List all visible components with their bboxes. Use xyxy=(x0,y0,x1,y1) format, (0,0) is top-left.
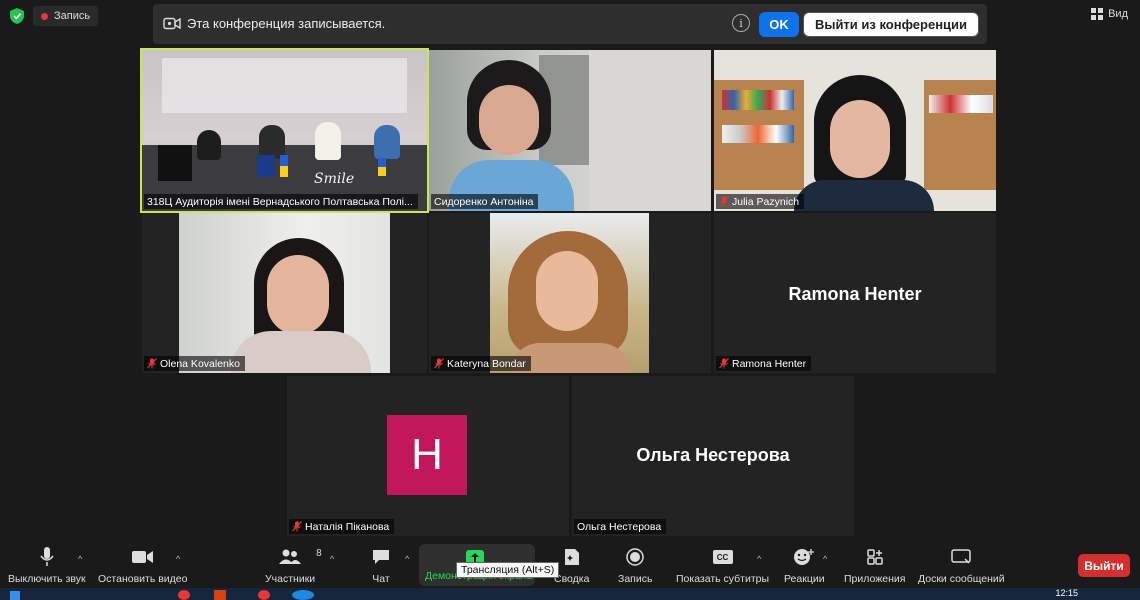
participant-name: Kateryna Bondar xyxy=(447,357,526,370)
participant-display-name: Ольга Нестерова xyxy=(636,445,790,465)
view-label: Вид xyxy=(1108,8,1128,20)
recording-banner: Эта конференция записывается. i OK Выйти… xyxy=(153,4,987,44)
summary-label: Сводка xyxy=(554,573,590,585)
reactions-label: Реакции xyxy=(784,573,825,585)
recording-label: Запись xyxy=(54,10,91,22)
meeting-toolbar: Выключить звук ^ Остановить видео ^ 8 Уч… xyxy=(0,540,1140,588)
smile-sign-text: Smile xyxy=(314,171,355,187)
record-icon xyxy=(626,548,644,566)
grid-view-icon xyxy=(1091,8,1104,20)
reactions-caret-icon[interactable]: ^ xyxy=(823,554,827,564)
apps-icon xyxy=(866,549,883,565)
participants-count: 8 xyxy=(316,548,322,559)
muted-mic-icon xyxy=(719,358,729,369)
video-tile-auditorium[interactable]: Smile 318Ц Аудиторія імені Вернадського … xyxy=(140,48,429,213)
participants-caret-icon[interactable]: ^ xyxy=(330,554,334,564)
camera-icon xyxy=(163,17,181,30)
zoom-app-icon[interactable] xyxy=(292,590,314,600)
end-meeting-button[interactable]: Выйти xyxy=(1078,554,1130,577)
apps-label: Приложения xyxy=(844,573,906,585)
avatar: H xyxy=(387,415,467,495)
participant-name: Olena Kovalenko xyxy=(160,357,240,370)
bondar-video xyxy=(490,213,649,373)
summary-button[interactable]: Сводка xyxy=(554,546,589,585)
chat-button[interactable]: Чат xyxy=(372,546,390,585)
taskbar-clock[interactable]: 12:15 xyxy=(1055,588,1078,598)
participant-name: Julia Pazynich xyxy=(732,195,800,208)
participants-icon xyxy=(279,549,302,564)
record-dot-icon xyxy=(41,12,48,20)
participant-name-tag: 318Ц Аудиторія імені Вернадського Полтав… xyxy=(144,194,418,209)
video-tile-pikanova[interactable]: H Наталія Піканова xyxy=(287,376,569,536)
recording-indicator[interactable]: Запись xyxy=(33,6,99,26)
view-button[interactable]: Вид xyxy=(1091,8,1128,20)
kovalenko-video xyxy=(179,213,390,373)
audio-options-caret-icon[interactable]: ^ xyxy=(78,554,82,564)
video-tile-bondar[interactable]: Kateryna Bondar xyxy=(429,213,711,373)
participant-name-tag: Наталія Піканова xyxy=(289,519,395,534)
video-tile-nesterova[interactable]: Ольга Нестерова Ольга Нестерова xyxy=(572,376,854,536)
participant-name: Наталія Піканова xyxy=(305,520,390,533)
apps-button[interactable]: Приложения xyxy=(844,546,905,585)
stop-video-label: Остановить видео xyxy=(98,573,188,585)
video-options-caret-icon[interactable]: ^ xyxy=(176,554,180,564)
participant-name: Сидоренко Антоніна xyxy=(434,195,534,208)
leave-meeting-button[interactable]: Выйти из конференции xyxy=(803,12,979,37)
whiteboards-label: Доски сообщений xyxy=(918,573,1005,585)
recording-notice-text: Эта конференция записывается. xyxy=(187,16,386,31)
microphone-icon xyxy=(40,547,54,566)
muted-mic-icon xyxy=(147,358,157,369)
chat-icon xyxy=(373,550,389,564)
muted-mic-icon xyxy=(292,521,302,532)
ok-button[interactable]: OK xyxy=(759,12,799,37)
info-icon[interactable]: i xyxy=(732,14,750,32)
participant-name: 318Ц Аудиторія імені Вернадського Полтав… xyxy=(147,195,413,208)
participant-name-tag: Kateryna Bondar xyxy=(431,356,531,371)
office-icon[interactable] xyxy=(214,590,226,600)
participants-label: Участники xyxy=(265,573,316,585)
participant-name-tag: Сидоренко Антоніна xyxy=(431,194,539,209)
pazynich-video xyxy=(714,50,996,211)
video-tile-pazynich[interactable]: Julia Pazynich xyxy=(714,50,996,211)
participant-name: Ramona Henter xyxy=(732,357,807,370)
muted-mic-icon xyxy=(434,358,444,369)
auditorium-video: Smile xyxy=(142,50,427,211)
sydorenko-video xyxy=(429,50,711,211)
participant-name-tag: Julia Pazynich xyxy=(716,194,805,209)
cc-icon: CC xyxy=(712,550,733,564)
participant-name-tag: Ольга Нестерова xyxy=(574,519,667,534)
stop-video-button[interactable]: Остановить видео xyxy=(98,546,187,585)
whiteboard-icon xyxy=(951,548,972,564)
participant-display-name: Ramona Henter xyxy=(788,284,922,304)
muted-mic-icon xyxy=(719,196,729,207)
record-button[interactable]: Запись xyxy=(618,546,652,585)
participants-button[interactable]: 8 Участники xyxy=(265,546,322,585)
chat-caret-icon[interactable]: ^ xyxy=(405,554,409,564)
opera-gx-icon[interactable] xyxy=(258,590,270,600)
shield-icon[interactable] xyxy=(10,8,24,24)
mute-label: Выключить звук xyxy=(8,573,86,585)
participant-name-tag: Olena Kovalenko xyxy=(144,356,245,371)
windows-start-icon[interactable] xyxy=(10,591,20,600)
summary-icon xyxy=(564,549,579,565)
captions-label: Показать субтитры xyxy=(676,573,770,585)
opera-icon[interactable] xyxy=(178,590,190,600)
record-label: Запись xyxy=(618,573,653,585)
share-tooltip: Трансляция (Alt+S) xyxy=(456,562,560,578)
os-taskbar xyxy=(0,588,1140,600)
captions-button[interactable]: CC Показать субтитры xyxy=(676,546,769,585)
video-tile-sydorenko[interactable]: Сидоренко Антоніна xyxy=(429,50,711,211)
video-tile-kovalenko[interactable]: Olena Kovalenko xyxy=(142,213,427,373)
video-tile-henter[interactable]: Ramona Henter Ramona Henter xyxy=(714,213,996,373)
participant-name-tag: Ramona Henter xyxy=(716,356,812,371)
mute-button[interactable]: Выключить звук xyxy=(8,546,86,585)
smiley-icon xyxy=(794,549,815,565)
participant-name: Ольга Нестерова xyxy=(577,520,662,533)
video-camera-icon xyxy=(131,551,153,563)
captions-caret-icon[interactable]: ^ xyxy=(757,554,761,564)
whiteboards-button[interactable]: Доски сообщений xyxy=(918,546,1005,585)
chat-label: Чат xyxy=(372,573,390,585)
reactions-button[interactable]: Реакции xyxy=(784,546,825,585)
